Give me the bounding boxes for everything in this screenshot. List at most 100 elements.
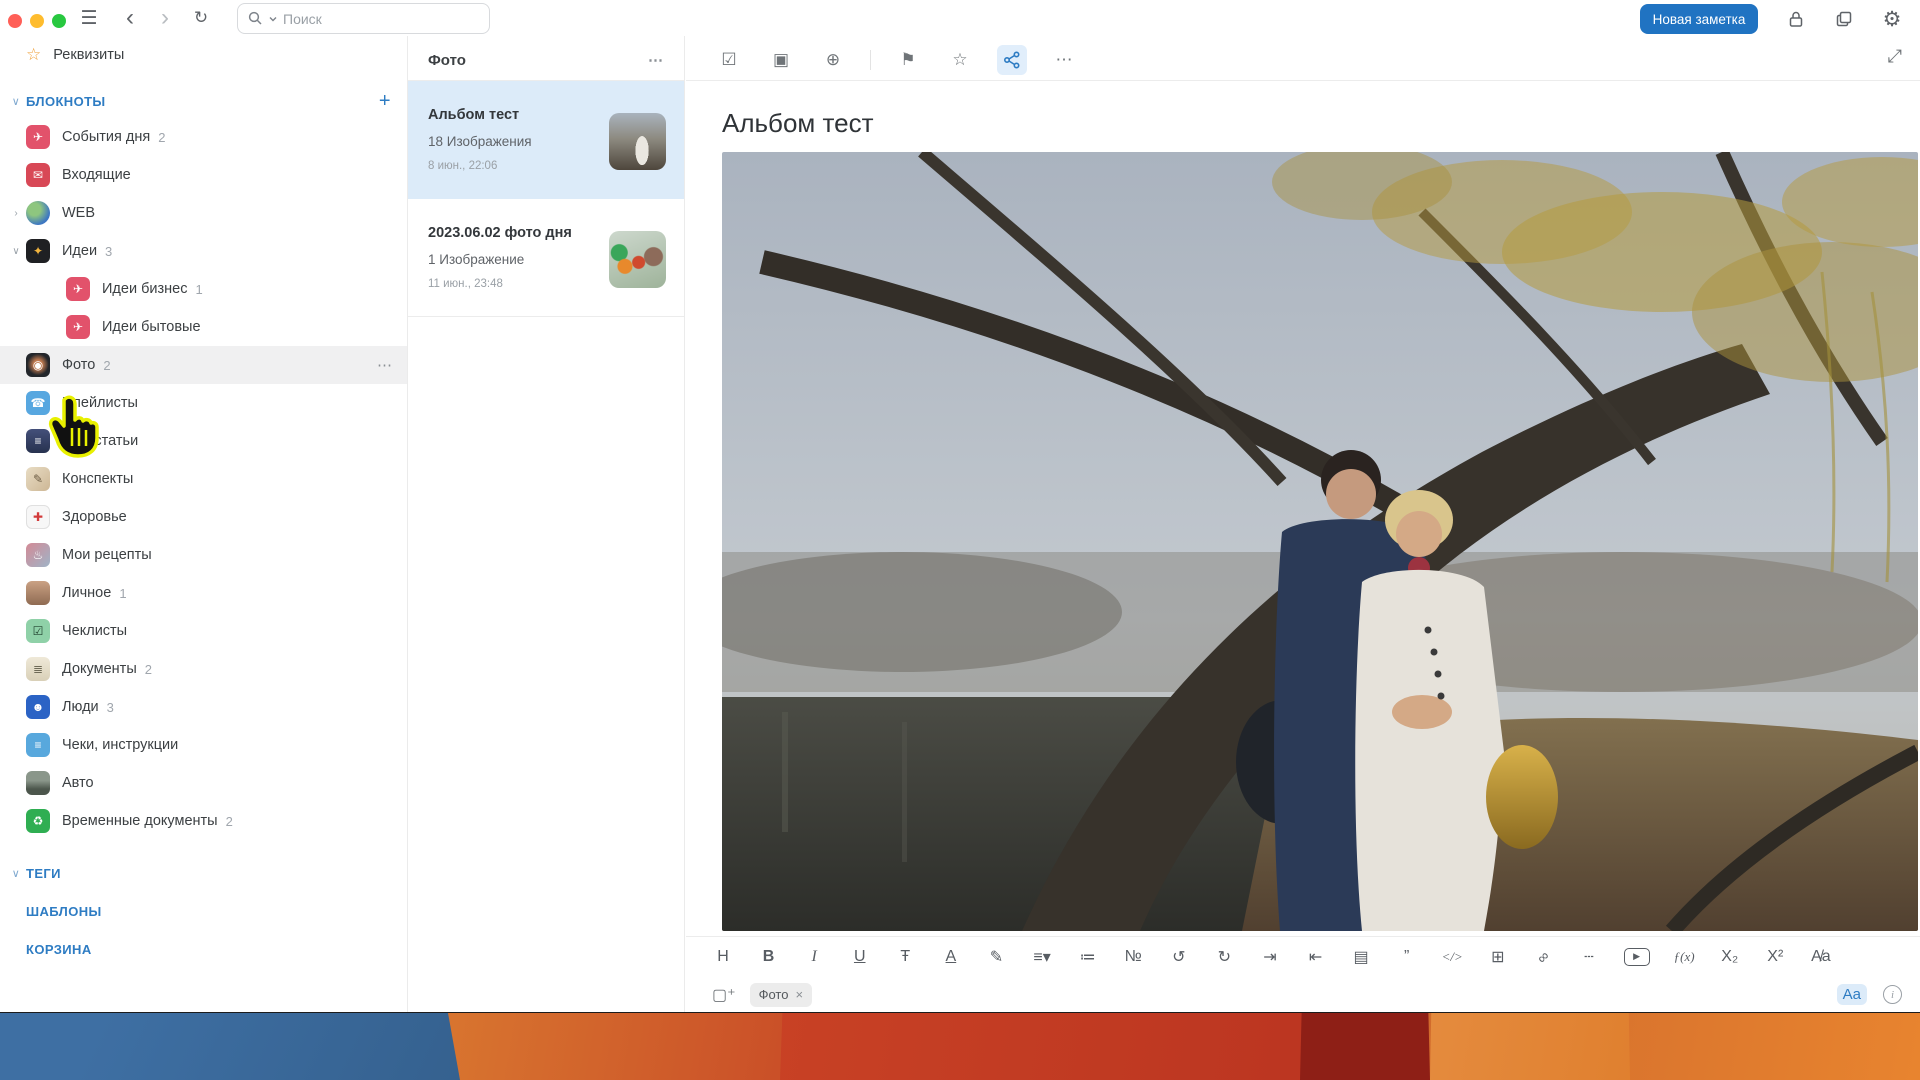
sidebar-notebook-item[interactable]: ♨ Мои рецепты <box>0 536 407 574</box>
sidebar-notebook-item[interactable]: ≡ Чеки, инструкции <box>0 726 407 764</box>
notebook-icon: ✦ <box>26 239 50 263</box>
sidebar-footer-item[interactable]: ∨ ТЕГИ <box>0 854 407 892</box>
note-photo[interactable] <box>722 152 1918 931</box>
sidebar-notebook-item[interactable]: Личное 1 <box>0 574 407 612</box>
text-size-button[interactable]: Aa <box>1837 984 1867 1005</box>
sidebar-notebook-item[interactable]: ≣ Документы 2 <box>0 650 407 688</box>
notebook-label: Документы <box>62 661 137 677</box>
quick-access-item[interactable]: ☆ Реквизиты <box>0 36 407 74</box>
insert-block-icon[interactable]: ▤ <box>1350 944 1372 970</box>
copy-windows-icon[interactable] <box>1830 5 1858 33</box>
share-icon[interactable] <box>997 45 1027 75</box>
sidebar-footer-label: ШАБЛОНЫ <box>26 904 102 919</box>
more-options-icon[interactable]: ⋯ <box>648 51 664 69</box>
sidebar-notebook-item[interactable]: Авто <box>0 764 407 802</box>
back-icon[interactable]: ‹ <box>115 4 145 32</box>
sidebar-notebook-item[interactable]: ∨ ✦ Идеи 3 <box>0 232 407 270</box>
text-color-icon[interactable]: A <box>940 944 962 970</box>
indent-increase-icon[interactable]: ⇥ <box>1259 944 1281 970</box>
case-icon[interactable]: A̸a <box>1810 944 1832 970</box>
bullet-list-icon[interactable]: ≔ <box>1077 944 1099 970</box>
notebook-label: Чеки, инструкции <box>62 737 178 753</box>
notebooks-header[interactable]: ∨ БЛОКНОТЫ + <box>0 84 407 118</box>
numbered-list-icon[interactable]: № <box>1122 944 1144 970</box>
remove-tag-icon[interactable]: × <box>795 987 803 1002</box>
reload-icon[interactable]: ↻ <box>186 4 216 32</box>
sidebar-footer: ∨ ТЕГИ ШАБЛОНЫ КОРЗИНА <box>0 854 407 968</box>
sidebar-footer-item[interactable]: КОРЗИНА <box>0 930 407 968</box>
tag-chip[interactable]: Фото × <box>750 983 812 1007</box>
sidebar-notebook-item[interactable]: ✈ События дня 2 <box>0 118 407 156</box>
align-icon[interactable]: ≡▾ <box>1031 944 1053 970</box>
notes-panel: Фото ⋯ Альбом тест 18 Изображения 8 июн.… <box>407 0 685 1013</box>
toolbar-divider <box>870 50 871 70</box>
sidebar-notebook-item[interactable]: ✎ Конспекты <box>0 460 407 498</box>
minimize-window-button[interactable] <box>30 14 44 28</box>
note-editor: ☑ ▣ ⊕ ⚑ ☆ ⋯ ⤢ Альбом тест <box>686 0 1920 1013</box>
search-box[interactable] <box>237 3 490 34</box>
italic-icon[interactable]: I <box>803 944 825 970</box>
insert-image-icon[interactable]: ▣ <box>766 45 796 75</box>
gear-icon[interactable]: ⚙ <box>1878 5 1906 33</box>
link-icon[interactable]: ∞ <box>1526 940 1560 974</box>
quote-icon[interactable]: ” <box>1396 944 1418 970</box>
search-input[interactable] <box>283 11 479 27</box>
info-icon[interactable]: i <box>1883 985 1902 1004</box>
sidebar-notebook-item[interactable]: ✚ Здоровье <box>0 498 407 536</box>
notebook-list: ✈ События дня 2 ✉ Входящие › WEB <box>0 118 407 840</box>
code-icon[interactable]: </> <box>1441 944 1463 970</box>
zoom-window-button[interactable] <box>52 14 66 28</box>
divider-line-icon[interactable]: ┄ <box>1578 944 1600 970</box>
chevron-icon[interactable]: ∨ <box>6 246 26 257</box>
sidebar-notebook-item[interactable]: › WEB <box>0 194 407 232</box>
forward-icon[interactable]: › <box>150 4 180 32</box>
sidebar-footer-item[interactable]: ШАБЛОНЫ <box>0 892 407 930</box>
more-options-icon[interactable]: ⋯ <box>1049 45 1079 75</box>
chevron-down-icon <box>269 16 277 22</box>
sidebar-notebook-item[interactable]: ✈ Идеи бытовые <box>0 308 407 346</box>
sidebar-notebook-item[interactable]: ◉ Фото 2 ⋯ <box>0 346 407 384</box>
sidebar-notebook-item[interactable]: ☑ Чеклисты <box>0 612 407 650</box>
insert-plus-icon[interactable]: ⊕ <box>818 45 848 75</box>
underline-icon[interactable]: U <box>849 944 871 970</box>
formula-icon[interactable]: ƒ(x) <box>1673 944 1695 970</box>
sidebar-notebook-item[interactable]: ✈ Идеи бизнес 1 <box>0 270 407 308</box>
close-window-button[interactable] <box>8 14 22 28</box>
sidebar-footer-label: ТЕГИ <box>26 866 61 881</box>
new-note-button[interactable]: Новая заметка <box>1640 4 1758 34</box>
note-list-item[interactable]: 2023.06.02 фото дня 1 Изображение 11 июн… <box>408 199 684 317</box>
hamburger-menu-icon[interactable]: ☰ <box>74 4 104 32</box>
code-block-icon[interactable]: ⊞ <box>1487 944 1509 970</box>
highlight-icon[interactable]: ✎ <box>985 944 1007 970</box>
pin-icon[interactable]: ⚑ <box>893 45 923 75</box>
heading-icon[interactable]: H <box>712 944 734 970</box>
editor-footer-right: Aa i <box>1837 984 1902 1005</box>
note-editor-title[interactable]: Альбом тест <box>722 108 874 139</box>
undo-icon[interactable]: ↺ <box>1168 944 1190 970</box>
add-tag-icon[interactable]: ▢⁺ <box>712 985 736 1005</box>
add-notebook-icon[interactable]: + <box>379 90 391 113</box>
strikethrough-icon[interactable]: Ŧ <box>894 944 916 970</box>
sidebar: ∨ БЫСТРЫЙ ДОСТУП ☆ Реквизиты ∨ БЛОКНОТЫ … <box>0 0 407 1013</box>
notebook-label: Входящие <box>62 167 131 183</box>
note-list-item[interactable]: Альбом тест 18 Изображения 8 июн., 22:06 <box>408 81 684 199</box>
task-checkbox-icon[interactable]: ☑ <box>714 45 744 75</box>
video-icon[interactable]: ▶ <box>1624 948 1650 966</box>
chevron-icon[interactable]: › <box>6 208 26 219</box>
lock-icon[interactable] <box>1782 5 1810 33</box>
notebook-count: 2 <box>226 814 233 829</box>
sidebar-notebook-item[interactable]: ♻ Временные документы 2 <box>0 802 407 840</box>
bold-icon[interactable]: B <box>758 944 780 970</box>
superscript-icon[interactable]: X² <box>1764 944 1786 970</box>
sidebar-notebook-item[interactable]: ☻ Люди 3 <box>0 688 407 726</box>
redo-icon[interactable]: ↻ <box>1213 944 1235 970</box>
indent-decrease-icon[interactable]: ⇤ <box>1305 944 1327 970</box>
subscript-icon[interactable]: X₂ <box>1719 944 1741 970</box>
notebook-menu-icon[interactable]: ⋯ <box>377 356 393 374</box>
sidebar-notebook-item[interactable]: ✉ Входящие <box>0 156 407 194</box>
favorite-star-icon[interactable]: ☆ <box>945 45 975 75</box>
notebook-label: Идеи <box>62 243 97 259</box>
notebook-label: WEB <box>62 205 95 221</box>
expand-icon[interactable]: ⤢ <box>1888 46 1902 67</box>
notebook-label: Конспекты <box>62 471 133 487</box>
